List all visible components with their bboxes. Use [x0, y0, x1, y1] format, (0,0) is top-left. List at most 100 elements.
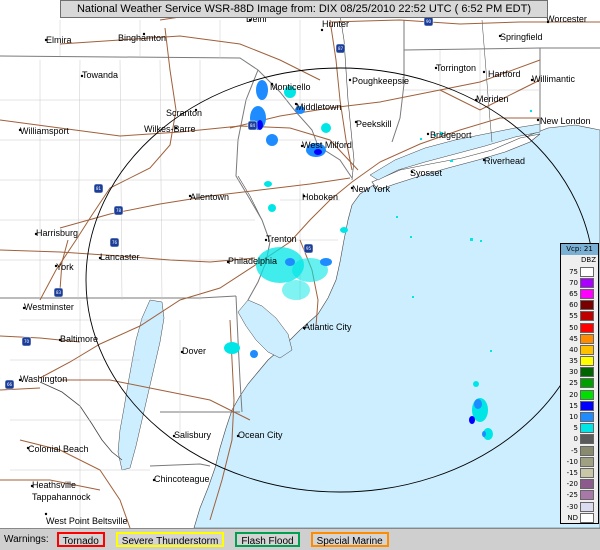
- radar-map: 88 90 87 84 81 78: [0, 0, 600, 528]
- legend-row: 10: [561, 411, 598, 423]
- city-label: Springfield: [500, 32, 543, 42]
- legend-level-label: 30: [569, 368, 578, 377]
- shield-number: 87: [338, 46, 344, 51]
- title-bar: National Weather Service WSR-88D Image f…: [60, 0, 548, 18]
- reflectivity-legend: Vcp: 21 DBZ 75 70 65 60 55 50 45 40 35 30 25 20 15 10…: [560, 243, 599, 525]
- shield-number: 70: [24, 339, 30, 344]
- echo-blob: [285, 258, 295, 266]
- city-label: Harrisburg: [36, 228, 78, 238]
- legend-row: 55: [561, 311, 598, 322]
- legend-level-label: -5: [571, 446, 578, 455]
- legend-level-label: 65: [569, 289, 578, 298]
- legend-level-label: ND: [567, 513, 578, 522]
- echo-blob: [224, 342, 240, 354]
- city-label: Heathsville: [32, 480, 76, 490]
- legend-row: 75: [561, 266, 598, 277]
- echo-speck: [450, 160, 453, 162]
- legend-row: -30: [561, 501, 598, 512]
- city-label: Philadelphia: [228, 256, 277, 266]
- legend-row: 45: [561, 333, 598, 344]
- city-dot: [44, 512, 48, 516]
- city-label: West Point: [46, 516, 90, 526]
- city-label: Hartford: [488, 69, 521, 79]
- echo-blob: [256, 80, 268, 100]
- legend-color-swatch: [580, 501, 594, 512]
- interstate-shield: 70: [21, 336, 32, 347]
- city-label: Westminster: [24, 302, 74, 312]
- shield-number: 78: [116, 208, 122, 213]
- city-label: Torrington: [436, 63, 476, 73]
- interstate-shield: 78: [113, 205, 124, 216]
- city-label: Trenton: [266, 234, 297, 244]
- city-label: Binghamton: [118, 33, 166, 43]
- legend-row: -15: [561, 467, 598, 478]
- warning-severe-thunderstorm[interactable]: Severe Thunderstorm: [115, 532, 225, 547]
- legend-color-swatch: [580, 400, 594, 411]
- legend-color-swatch: [580, 389, 594, 400]
- legend-color-swatch: [580, 456, 594, 467]
- legend-row: ND: [561, 512, 598, 523]
- legend-level-label: 5: [573, 424, 578, 433]
- legend-row: -25: [561, 490, 598, 501]
- legend-level-label: -15: [566, 468, 578, 477]
- echo-blob: [340, 227, 348, 233]
- city-label: Worcester: [546, 14, 587, 24]
- legend-level-label: -10: [566, 457, 578, 466]
- legend-level-label: -25: [566, 491, 578, 500]
- legend-color-swatch: [580, 479, 594, 490]
- shield-number: 90: [426, 19, 432, 24]
- city-label: Salisbury: [174, 430, 212, 440]
- image-title: National Weather Service WSR-88D Image f…: [76, 3, 532, 15]
- legend-level-label: 10: [569, 413, 578, 422]
- echo-blob: [482, 431, 486, 437]
- city-label: Allentown: [190, 192, 229, 202]
- interstate-shield: 66: [4, 379, 15, 390]
- echo-blob: [469, 416, 475, 424]
- radar-frame: 88 90 87 84 81 78: [0, 0, 600, 550]
- echo-blob: [282, 280, 310, 300]
- legend-row: 25: [561, 378, 598, 389]
- interstate-shield: 95: [303, 243, 314, 254]
- echo-speck: [490, 350, 492, 352]
- city-label: Monticello: [270, 82, 311, 92]
- legend-color-swatch: [580, 512, 594, 523]
- warnings-label: Warnings:: [4, 534, 49, 545]
- city-label: Towanda: [82, 70, 118, 80]
- echo-speck: [396, 216, 398, 218]
- shield-number: 83: [56, 290, 62, 295]
- city-label: Willimantic: [532, 74, 576, 84]
- warning-special-marine[interactable]: Special Marine: [310, 532, 389, 547]
- interstate-shield: 87: [335, 43, 346, 54]
- legend-level-label: 25: [569, 379, 578, 388]
- legend-color-swatch: [580, 288, 594, 299]
- shield-number: 84: [250, 123, 256, 128]
- interstate-shield: 90: [423, 16, 434, 27]
- legend-color-swatch: [580, 434, 594, 445]
- shield-number: 76: [112, 240, 118, 245]
- legend-color-swatch: [580, 367, 594, 378]
- city-label: New London: [540, 116, 591, 126]
- warning-tornado[interactable]: Tornado: [56, 532, 105, 547]
- legend-color-swatch: [580, 445, 594, 456]
- city-label: Riverhead: [484, 156, 525, 166]
- legend-color-swatch: [580, 412, 594, 423]
- echo-blob: [321, 123, 331, 133]
- legend-unit: DBZ: [581, 256, 596, 264]
- city-label: Beltsville: [92, 516, 128, 526]
- legend-level-label: 35: [569, 357, 578, 366]
- legend-level-label: 50: [569, 323, 578, 332]
- legend-color-swatch: [580, 266, 594, 277]
- city-label: Bridgeport: [430, 130, 472, 140]
- legend-level-label: 40: [569, 345, 578, 354]
- echo-blob: [320, 258, 332, 266]
- interstate-shield: 76: [109, 237, 120, 248]
- warnings-bar: Warnings: Tornado Severe Thunderstorm Fl…: [0, 528, 600, 550]
- legend-color-swatch: [580, 423, 594, 434]
- warning-flash-flood[interactable]: Flash Flood: [235, 532, 300, 547]
- echo-blob: [264, 181, 272, 187]
- legend-row: 50: [561, 322, 598, 333]
- legend-row: 15: [561, 400, 598, 411]
- city-label: Williamsport: [20, 126, 70, 136]
- city-label: Meriden: [476, 94, 509, 104]
- legend-row: -20: [561, 479, 598, 490]
